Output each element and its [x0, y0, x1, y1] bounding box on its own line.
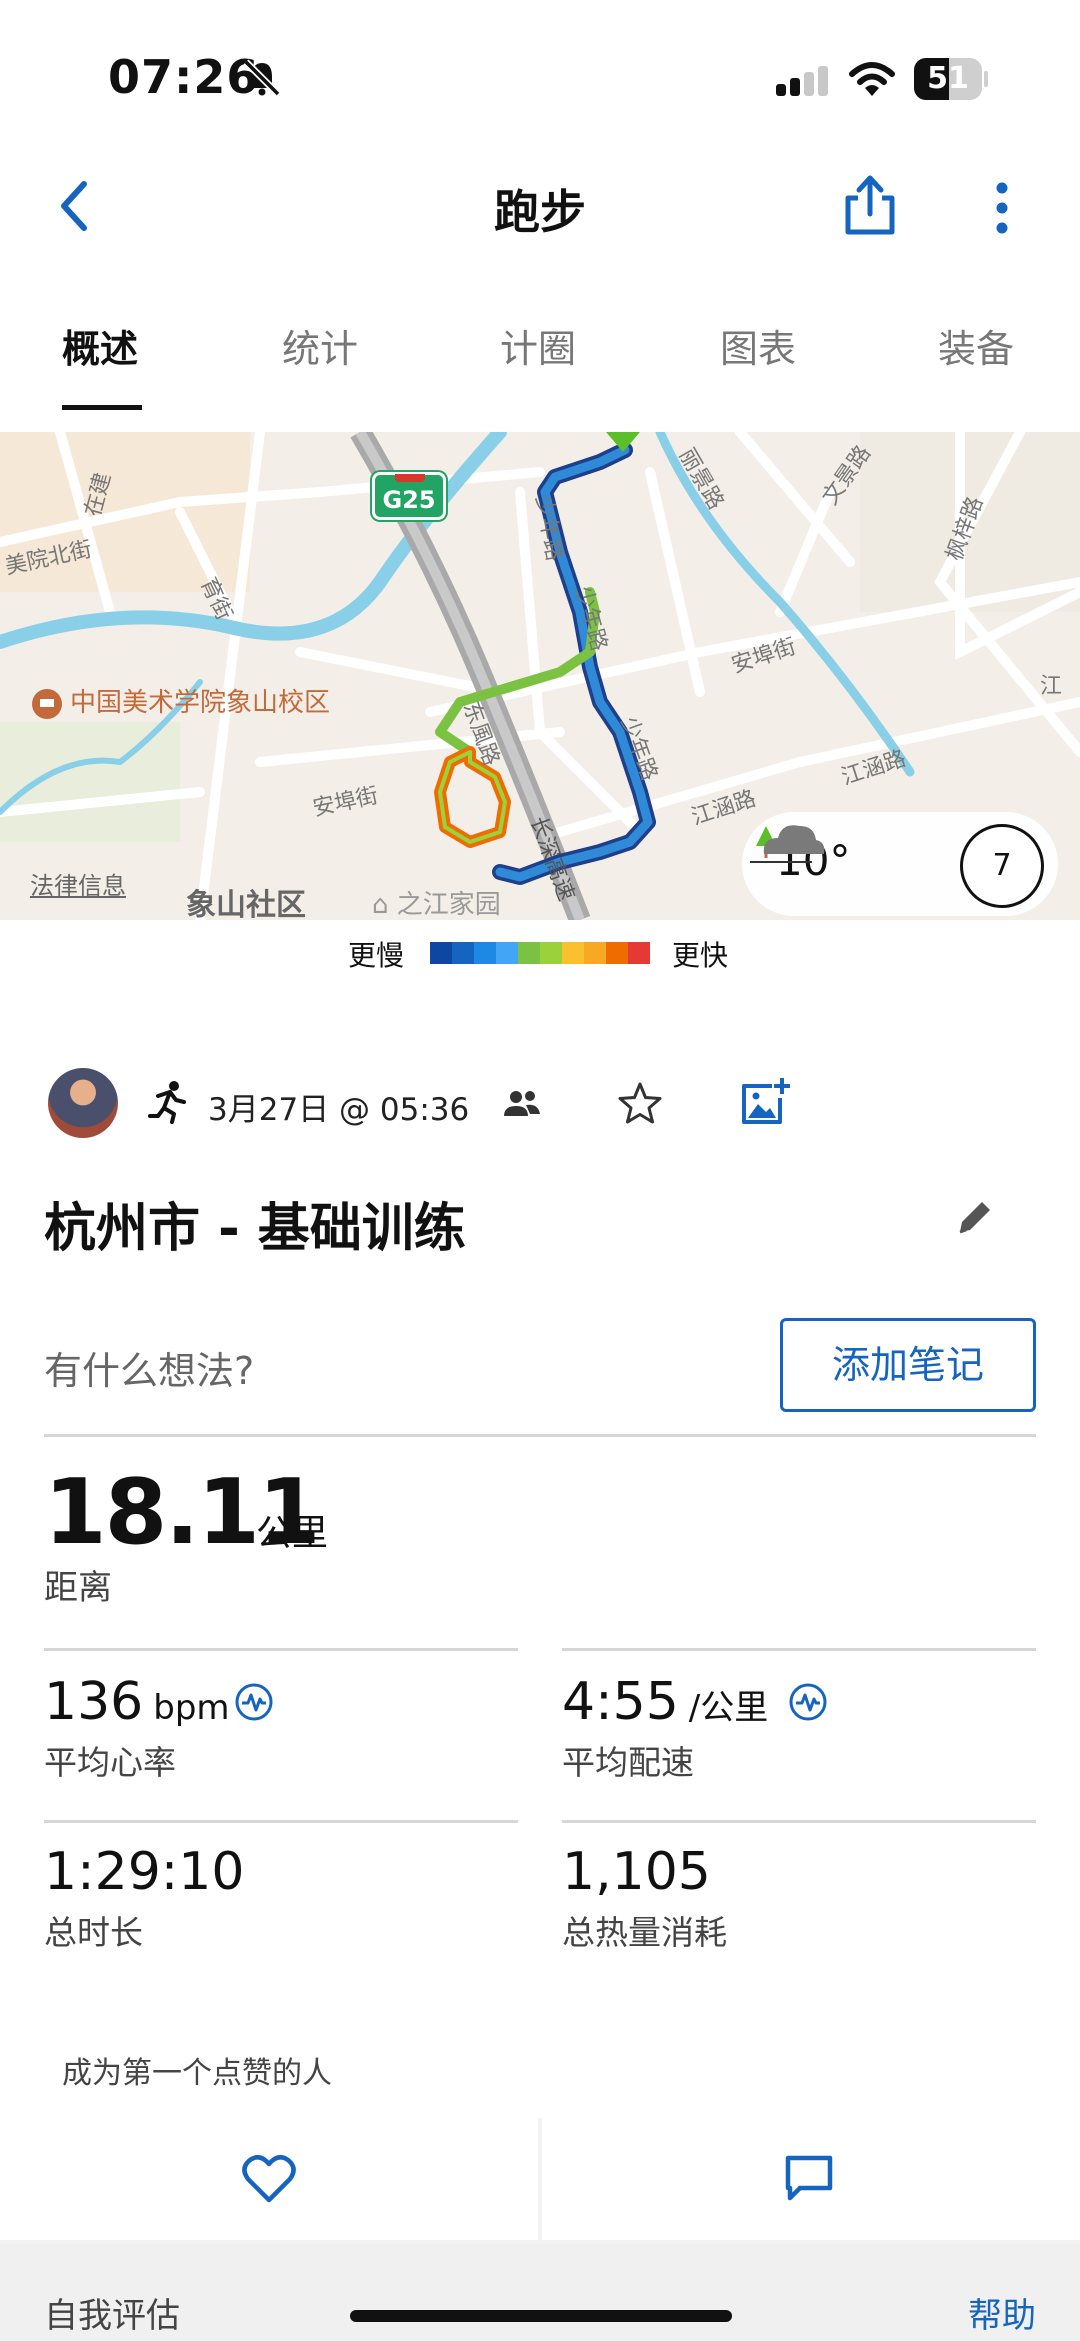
page-title: 跑步: [494, 185, 586, 239]
divider: [44, 1820, 518, 1823]
avg-heart-rate-label: 平均心率: [44, 1743, 176, 1782]
speed-color-segment: [496, 942, 518, 964]
distance-label: 距离: [44, 1568, 112, 1608]
route-map[interactable]: 在建 美院北街 育街 少年路 少年路 少年路 东風路 安埠街 安埠街 江涵路 江…: [0, 432, 1080, 920]
more-options-icon[interactable]: [982, 178, 1022, 238]
tab-bar: 概述 统计 计圈 图表 装备: [0, 300, 1080, 420]
avg-heart-rate: 136 bpm: [44, 1672, 230, 1732]
speed-color-segment: [540, 942, 562, 964]
comment-button[interactable]: [542, 2118, 1080, 2240]
tab-charts[interactable]: 图表: [720, 318, 796, 373]
highway-badge: G25: [372, 472, 446, 520]
battery-indicator: 51: [914, 58, 988, 100]
speed-color-segment: [606, 942, 628, 964]
bell-muted-icon: [243, 59, 281, 97]
speed-color-segment: [452, 942, 474, 964]
speed-legend: 更慢 更快: [0, 932, 1080, 972]
distance-unit: 公里: [256, 1513, 329, 1554]
heart-icon: [242, 2155, 296, 2203]
user-avatar[interactable]: [48, 1068, 118, 1138]
total-duration-label: 总时长: [44, 1913, 143, 1952]
tab-stats[interactable]: 统计: [282, 318, 358, 373]
wind-speed-badge: 7: [960, 824, 1044, 908]
cloudy-tree-icon: [750, 825, 825, 863]
tab-laps[interactable]: 计圈: [500, 318, 576, 373]
total-calories: 1,105: [562, 1842, 711, 1902]
note-prompt[interactable]: 有什么想法?: [44, 1340, 254, 1395]
legend-slow-label: 更慢: [348, 939, 405, 972]
tab-overview[interactable]: 概述: [62, 318, 138, 373]
speed-color-segment: [562, 942, 584, 964]
status-bar: 07:26 51: [0, 0, 1080, 150]
map-label: 江: [1040, 674, 1063, 699]
heart-rate-zone-icon[interactable]: [234, 1682, 274, 1722]
speed-color-segment: [518, 942, 540, 964]
speed-color-segment: [474, 942, 496, 964]
footer: 自我评估 帮助: [0, 2244, 1080, 2341]
like-button[interactable]: [0, 2118, 538, 2240]
speed-color-segment: [584, 942, 606, 964]
school-icon: [32, 688, 62, 719]
share-icon[interactable]: [840, 172, 900, 238]
cellular-signal-icon: [776, 66, 828, 96]
wifi-icon: [849, 62, 895, 96]
pace-zone-icon[interactable]: [788, 1682, 828, 1722]
map-label: ⌂ 之江家园: [372, 890, 501, 920]
weather-widget[interactable]: 10° 7: [742, 812, 1058, 916]
divider: [562, 1648, 1036, 1651]
add-photo-icon[interactable]: [738, 1076, 792, 1130]
action-bar: [0, 2118, 1080, 2244]
speed-color-segment: [430, 942, 452, 964]
total-duration: 1:29:10: [44, 1842, 245, 1902]
running-icon: [148, 1081, 186, 1124]
status-time: 07:26: [108, 50, 260, 104]
speed-gradient-bar: [430, 942, 650, 964]
poi-label: 中国美术学院象山校区: [32, 682, 330, 719]
tab-gear[interactable]: 装备: [938, 318, 1014, 373]
total-calories-label: 总热量消耗: [562, 1913, 727, 1952]
edit-pencil-icon[interactable]: [952, 1196, 996, 1240]
legend-fast-label: 更快: [672, 939, 729, 972]
avg-pace: 4:55/公里: [562, 1672, 769, 1732]
divider: [44, 1434, 1036, 1437]
home-indicator: [350, 2310, 732, 2322]
divider: [44, 1648, 518, 1651]
star-icon[interactable]: [616, 1080, 664, 1128]
divider: [562, 1820, 1036, 1823]
comment-icon: [785, 2155, 833, 2201]
legal-info-link[interactable]: 法律信息: [30, 866, 126, 901]
map-label: 象山社区: [186, 888, 306, 920]
add-note-button[interactable]: 添加笔记: [780, 1318, 1036, 1412]
like-prompt: 成为第一个点赞的人: [62, 2056, 332, 2091]
avg-pace-label: 平均配速: [562, 1743, 694, 1782]
active-tab-indicator: [62, 405, 142, 410]
activity-date: 3月27日 @ 05:36: [208, 1092, 470, 1128]
help-link[interactable]: 帮助: [968, 2288, 1036, 2337]
people-icon[interactable]: [502, 1086, 542, 1122]
speed-color-segment: [628, 942, 650, 964]
battery-level: 51: [927, 61, 969, 96]
self-evaluation-label[interactable]: 自我评估: [44, 2288, 180, 2337]
activity-name: 杭州市 - 基础训练: [44, 1199, 466, 1259]
